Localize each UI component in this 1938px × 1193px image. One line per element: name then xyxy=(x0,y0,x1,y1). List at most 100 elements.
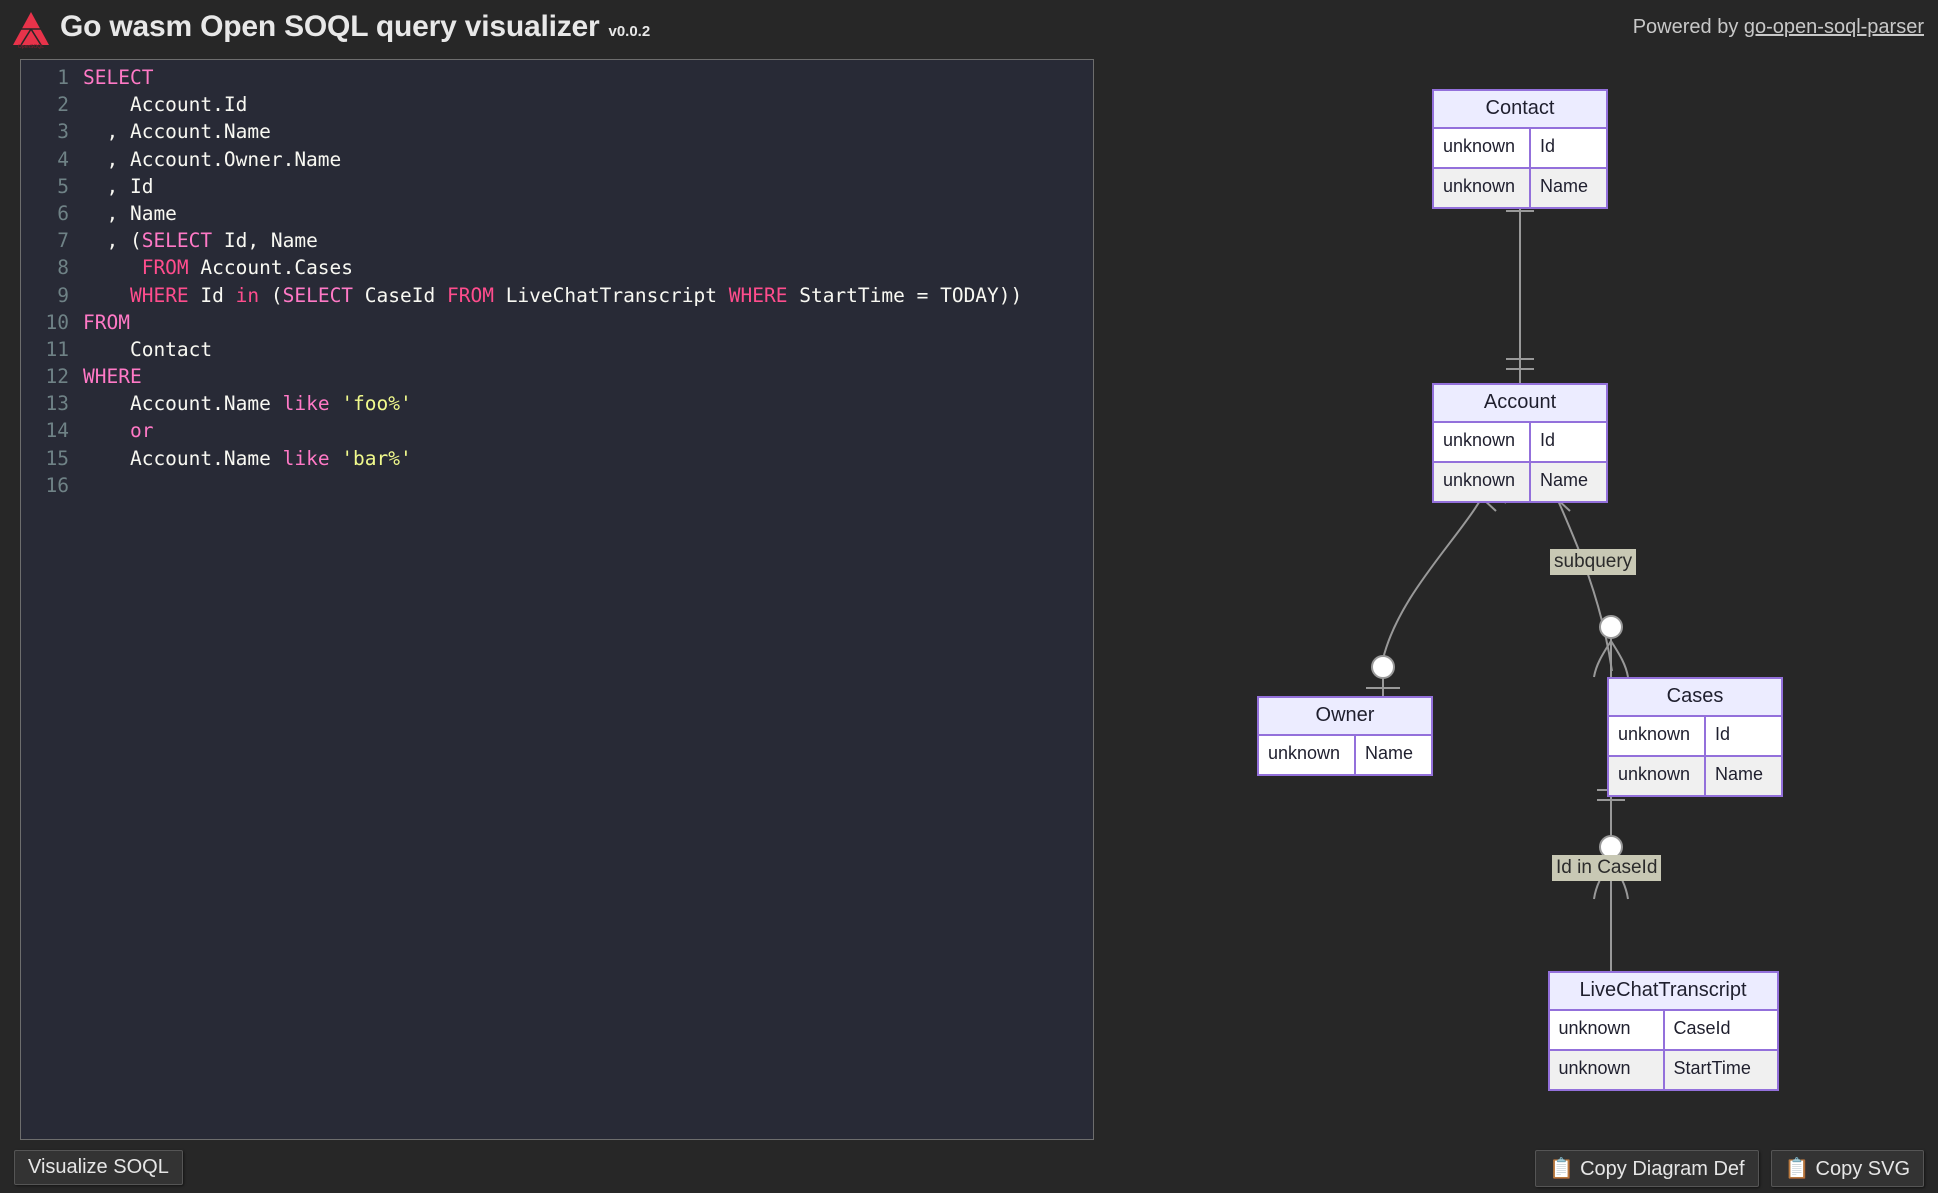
visualize-soql-button[interactable]: Visualize SOQL xyxy=(14,1150,183,1185)
code-token: 'foo%' xyxy=(341,392,412,416)
line-number: 3 xyxy=(57,120,69,144)
soql-editor[interactable]: 1 SELECT 2 Account.Id 3 , Account.Name 4 , A… xyxy=(20,59,1094,1140)
line-number: 11 xyxy=(45,337,69,361)
code-token: Account.Cases xyxy=(188,256,354,280)
er-field-name: CaseId xyxy=(1673,1018,1731,1038)
crowfoot-cases-left xyxy=(1593,640,1612,678)
er-field-type: unknown xyxy=(1550,1011,1665,1049)
er-entity-account[interactable]: Account unknown Id unknown Name xyxy=(1432,383,1608,503)
line-number: 6 xyxy=(57,201,69,225)
code-token: Account.Id xyxy=(83,93,248,117)
code-token: WHERE xyxy=(83,365,142,389)
crowfoot-cases-right xyxy=(1610,640,1629,678)
code-token: StartTime = TODAY)) xyxy=(787,283,1023,307)
er-field-name: Name xyxy=(1540,470,1589,490)
code-line: 5 , Id xyxy=(21,173,1093,200)
copy-svg-button[interactable]: 📋 Copy SVG xyxy=(1770,1150,1924,1187)
page-title: Go wasm Open SOQL query visualizer v0.0.… xyxy=(60,10,650,44)
app-title: Go wasm Open SOQL query visualizer xyxy=(60,10,600,43)
er-field-type: unknown xyxy=(1434,129,1531,167)
line-number: 7 xyxy=(57,229,69,253)
soql-code-area[interactable]: 1 SELECT 2 Account.Id 3 , Account.Name 4 , A… xyxy=(21,60,1093,499)
code-line: 12 WHERE xyxy=(21,363,1093,390)
line-number: 15 xyxy=(45,446,69,470)
line-number: 8 xyxy=(57,256,69,280)
code-line: 4 , Account.Owner.Name xyxy=(21,146,1093,173)
marker-zero-cases xyxy=(1599,615,1623,639)
edge-account-cases xyxy=(1549,481,1613,672)
er-diagram: Contact unknown Id unknown Name Account unknow… xyxy=(1100,59,1938,1140)
line-number: 12 xyxy=(45,365,69,389)
er-field-row: unknown Name xyxy=(1609,757,1781,795)
er-entity-title: Owner xyxy=(1259,698,1431,736)
diagram-actions: 📋 Copy Diagram Def 📋 Copy SVG xyxy=(1535,1150,1924,1187)
code-line: 3 , Account.Name xyxy=(21,118,1093,145)
edge-label-subquery: subquery xyxy=(1550,549,1637,575)
code-token: like xyxy=(282,392,330,416)
code-token: Account.Name xyxy=(83,446,283,470)
code-token: LiveChatTranscript xyxy=(493,283,729,307)
code-token: SELECT xyxy=(83,66,154,89)
line-number: 5 xyxy=(57,174,69,198)
code-line: 16 xyxy=(21,472,1093,499)
copy-diagram-def-label: Copy Diagram Def xyxy=(1580,1158,1745,1180)
er-field-row: unknown CaseId xyxy=(1549,1011,1777,1051)
line-number: 16 xyxy=(45,473,69,497)
edge-account-owner xyxy=(1382,481,1491,660)
er-field-type: unknown xyxy=(1550,1051,1665,1089)
line-number: 2 xyxy=(57,93,69,117)
er-field-row: unknown StartTime xyxy=(1549,1051,1777,1089)
code-token: FROM xyxy=(83,310,130,334)
er-entity-contact[interactable]: Contact unknown Id unknown Name xyxy=(1432,89,1608,209)
er-entity-livechattranscript[interactable]: LiveChatTranscript unknown CaseId unknown St… xyxy=(1547,971,1779,1091)
code-token: , Account.Name xyxy=(83,120,271,144)
code-token: CaseId xyxy=(353,283,447,307)
er-entity-title: LiveChatTranscript xyxy=(1549,973,1777,1011)
er-field-name: StartTime xyxy=(1673,1058,1751,1078)
edge-label-id-in-caseid: Id in CaseId xyxy=(1552,855,1662,881)
go-open-soql-parser-link[interactable]: go-open-soql-parser xyxy=(1744,16,1924,38)
er-entity-title: Account xyxy=(1434,385,1606,423)
code-line: 7 , (SELECT Id, Name xyxy=(21,227,1093,254)
line-number: 1 xyxy=(57,66,69,89)
er-field-row: unknown Name xyxy=(1434,169,1606,207)
code-line: 11 Contact xyxy=(21,336,1093,363)
copy-diagram-def-button[interactable]: 📋 Copy Diagram Def xyxy=(1535,1150,1759,1187)
er-entity-cases[interactable]: Cases unknown Id unknown Name xyxy=(1607,677,1783,797)
code-token: Id, Name xyxy=(212,229,318,253)
code-token: FROM xyxy=(446,283,494,307)
code-line: 1 SELECT xyxy=(21,64,1093,91)
er-field-name: Id xyxy=(1715,724,1731,744)
clipboard-icon: 📋 xyxy=(1784,1158,1810,1180)
code-token: or xyxy=(129,419,154,443)
er-field-name: Id xyxy=(1540,430,1556,450)
er-field-type: unknown xyxy=(1259,736,1356,774)
line-number: 10 xyxy=(45,310,69,334)
code-line: 9 WHERE Id in (SELECT CaseId FROM LiveCh… xyxy=(21,282,1093,309)
code-token: , ( xyxy=(83,229,142,253)
app-version: v0.0.2 xyxy=(608,23,651,40)
app-header: OpenSOQL Go wasm Open SOQL query visuali… xyxy=(0,0,1938,57)
code-line: 6 , Name xyxy=(21,200,1093,227)
er-entity-title: Cases xyxy=(1609,679,1781,717)
er-field-name: Name xyxy=(1540,176,1589,196)
clipboard-icon: 📋 xyxy=(1549,1158,1575,1180)
code-line: 8 FROM Account.Cases xyxy=(21,254,1093,281)
code-line: 13 Account.Name like 'foo%' xyxy=(21,390,1093,417)
er-entity-owner[interactable]: Owner unknown Name xyxy=(1257,696,1433,776)
code-token: WHERE xyxy=(728,283,788,307)
er-field-type: unknown xyxy=(1609,757,1706,795)
code-token: Id xyxy=(188,283,236,307)
er-field-type: unknown xyxy=(1434,423,1531,461)
code-line: 10 FROM xyxy=(21,309,1093,336)
code-line: 2 Account.Id xyxy=(21,91,1093,118)
code-token: SELECT xyxy=(282,283,354,307)
app-root: OpenSOQL Go wasm Open SOQL query visuali… xyxy=(0,0,1938,1193)
er-field-type: unknown xyxy=(1609,717,1706,755)
line-number: 14 xyxy=(45,419,69,443)
